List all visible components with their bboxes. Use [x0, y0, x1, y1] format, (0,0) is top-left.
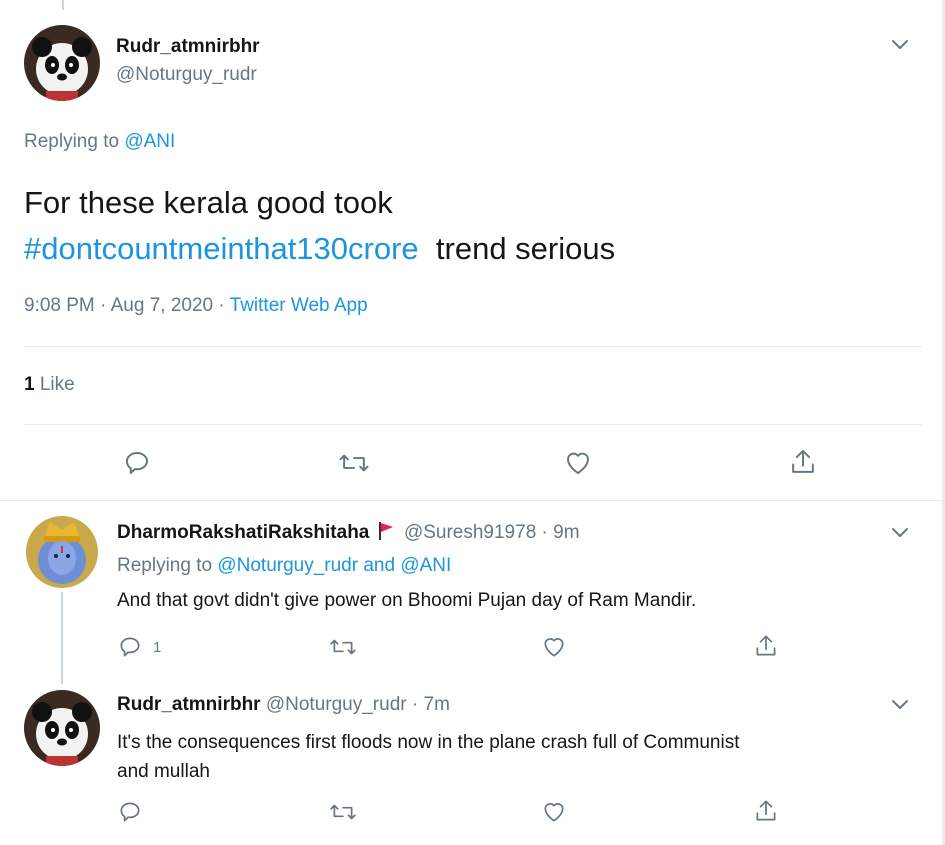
- replying-to: Replying to @Noturguy_rudr and @ANI: [117, 555, 451, 577]
- retweet-button[interactable]: [329, 634, 357, 660]
- like-button[interactable]: [562, 448, 594, 478]
- heart-icon: [544, 803, 564, 822]
- handle[interactable]: @Noturguy_rudr: [116, 64, 257, 86]
- handle[interactable]: @Noturguy_rudr: [266, 694, 407, 715]
- heart-icon: [567, 452, 589, 474]
- replying-prefix: Replying to: [24, 131, 120, 152]
- reply-time[interactable]: 9m: [553, 522, 579, 543]
- reply-header: DharmoRakshatiRakshitaha @Suresh91978 · …: [117, 521, 580, 544]
- handle[interactable]: @Suresh91978: [404, 522, 536, 543]
- likes-label: Like: [39, 374, 75, 395]
- panda-avatar-image: [24, 690, 100, 766]
- meta-sep: ·: [218, 295, 225, 316]
- tweet-date[interactable]: Aug 7, 2020: [111, 295, 213, 316]
- chevron-down-icon[interactable]: [890, 698, 910, 717]
- retweet-icon: [330, 639, 356, 655]
- thread-line: [61, 592, 63, 684]
- share-button[interactable]: [788, 446, 818, 478]
- avatar[interactable]: [26, 516, 98, 588]
- avatar[interactable]: [24, 690, 100, 766]
- thread-line: [62, 0, 64, 10]
- tweet-text-line1: For these kerala good took: [24, 185, 393, 220]
- reply-icon: [120, 802, 140, 822]
- reply-button[interactable]: 1: [117, 634, 161, 660]
- hashtag-link[interactable]: #dontcountmeinthat130crore: [24, 231, 419, 266]
- divider: [24, 346, 922, 347]
- replying-to-link[interactable]: @ANI: [124, 131, 175, 152]
- heart-icon: [544, 638, 564, 657]
- retweet-button[interactable]: [329, 799, 357, 825]
- retweet-button[interactable]: [338, 448, 370, 478]
- share-icon: [756, 635, 776, 656]
- chevron-down-icon[interactable]: [890, 526, 910, 545]
- reply-button[interactable]: [117, 799, 143, 825]
- reply-text-line2: and mullah: [117, 761, 210, 782]
- deity-avatar-image: [26, 516, 98, 588]
- reply-button[interactable]: [122, 448, 152, 478]
- share-icon: [792, 449, 814, 473]
- likes-number: 1: [24, 374, 35, 395]
- display-name[interactable]: Rudr_atmnirbhr: [117, 694, 261, 715]
- tweet-meta: 9:08 PM · Aug 7, 2020 · Twitter Web App: [24, 295, 368, 317]
- replying-prefix: Replying to: [117, 555, 213, 576]
- reply-text: And that govt didn't give power on Bhoom…: [117, 590, 697, 611]
- tweet-time[interactable]: 9:08 PM: [24, 295, 95, 316]
- panda-avatar-image: [24, 25, 100, 101]
- replying-to: Replying to @ANI: [24, 131, 175, 153]
- meta-sep: ·: [541, 522, 548, 543]
- avatar[interactable]: [24, 25, 100, 101]
- retweet-icon: [330, 804, 356, 820]
- reply-icon: [126, 452, 148, 474]
- share-button[interactable]: [753, 632, 779, 660]
- replying-to-link[interactable]: @Noturguy_rudr and @ANI: [217, 555, 451, 576]
- tweet-text-rest: trend serious: [435, 231, 616, 266]
- reply-time[interactable]: 7m: [424, 694, 450, 715]
- tweet-text: For these kerala good took #dontcountmei…: [24, 180, 615, 272]
- divider: [24, 424, 922, 425]
- tweet-text-line2: #dontcountmeinthat130crore trend serious: [24, 226, 615, 272]
- retweet-icon: [339, 454, 369, 472]
- chevron-down-icon[interactable]: [890, 38, 910, 57]
- reply-text-line1: It's the consequences first floods now i…: [117, 732, 740, 753]
- meta-sep: ·: [100, 295, 107, 316]
- tweet-source[interactable]: Twitter Web App: [230, 295, 368, 316]
- likes-count[interactable]: 1 Like: [24, 374, 75, 396]
- like-button[interactable]: [540, 799, 568, 825]
- display-name[interactable]: Rudr_atmnirbhr: [116, 36, 260, 58]
- meta-sep: ·: [411, 694, 419, 715]
- share-button[interactable]: [753, 797, 779, 825]
- reply-count: 1: [153, 638, 162, 656]
- display-name[interactable]: DharmoRakshatiRakshitaha: [117, 522, 369, 543]
- red-flag-icon: [378, 522, 393, 540]
- divider: [0, 500, 945, 501]
- reply-header: Rudr_atmnirbhr @Noturguy_rudr · 7m: [117, 694, 450, 716]
- reply-text: It's the consequences first floods now i…: [117, 728, 740, 786]
- like-button[interactable]: [540, 634, 568, 660]
- reply-icon: [120, 637, 140, 657]
- share-icon: [756, 800, 776, 821]
